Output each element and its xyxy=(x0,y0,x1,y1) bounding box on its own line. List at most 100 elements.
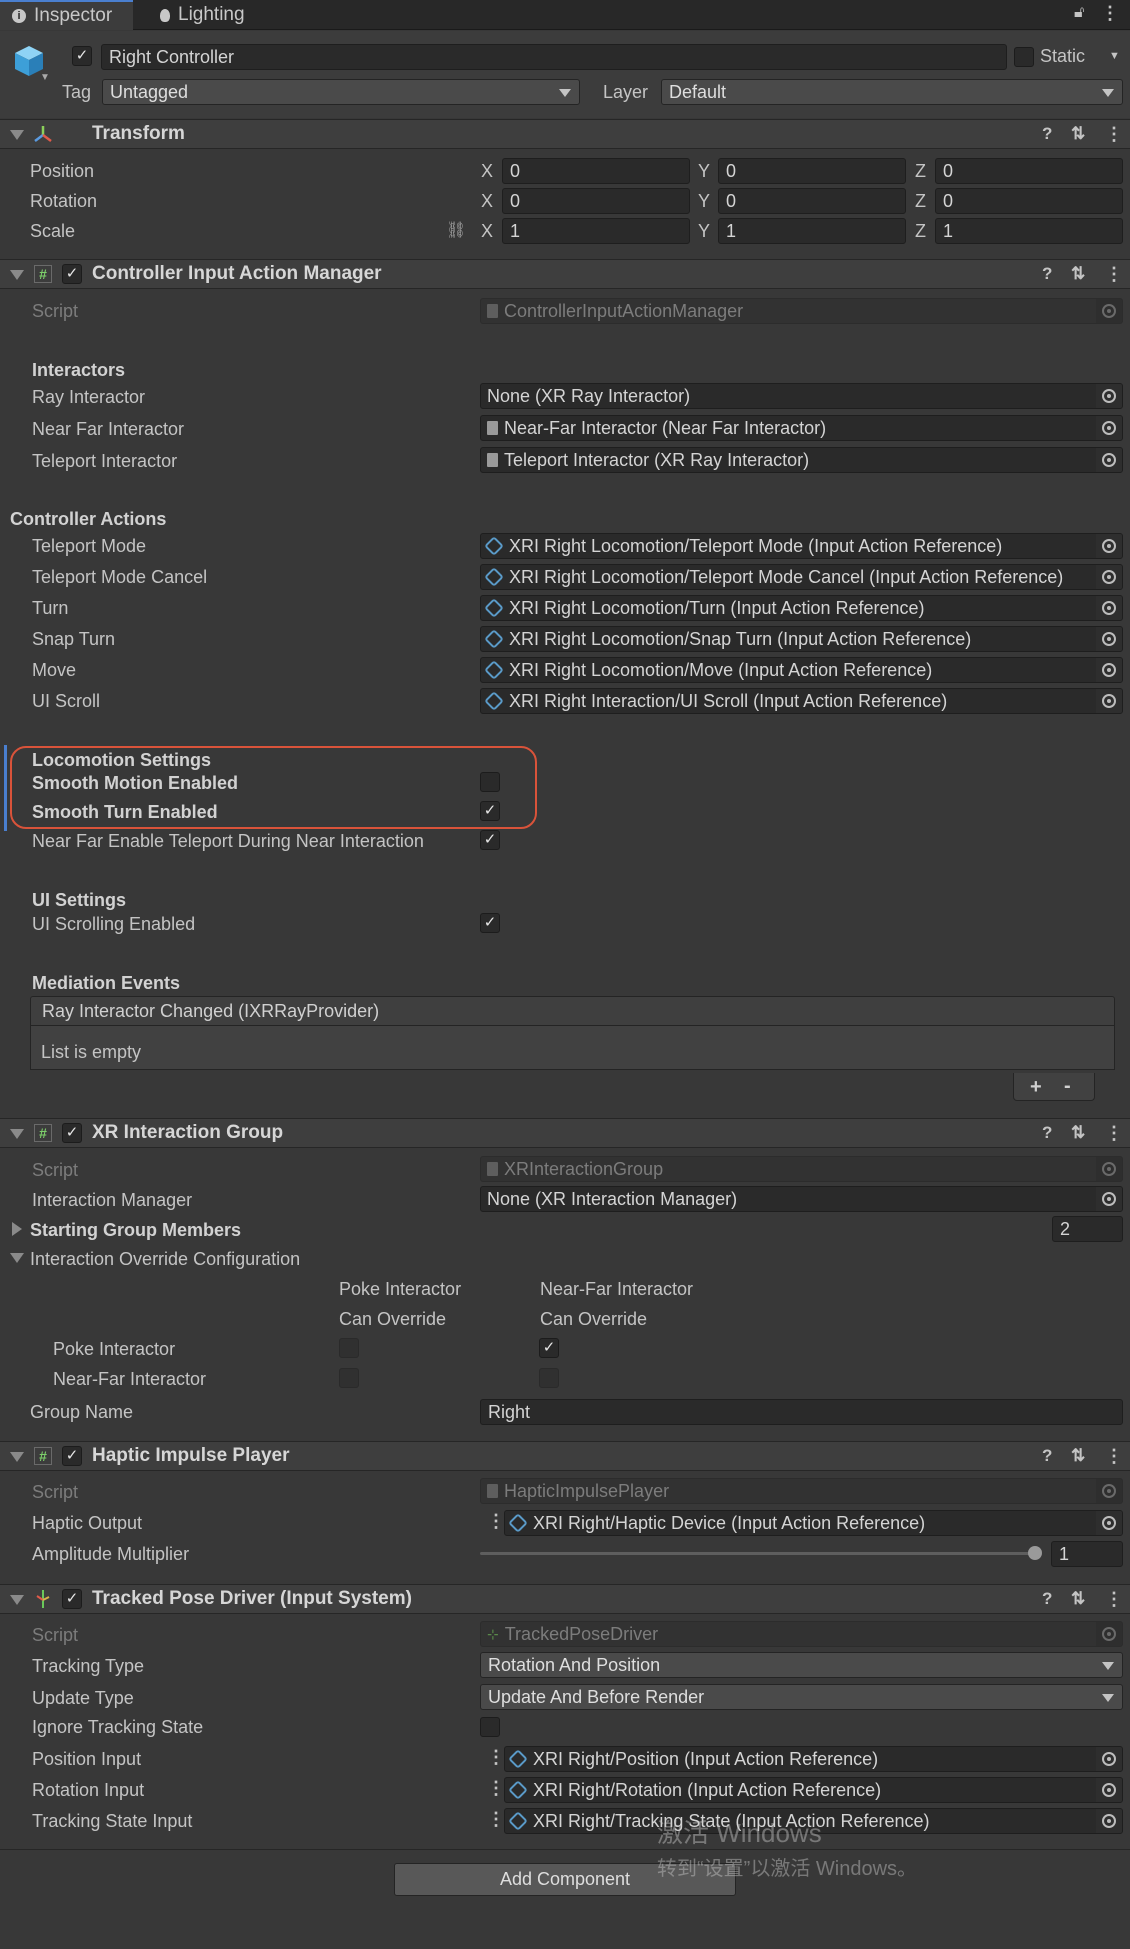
near-far-interactor-field[interactable]: Near-Far Interactor (Near Far Interactor… xyxy=(480,415,1123,441)
teleport-mode-field[interactable]: XRI Right Locomotion/Teleport Mode (Inpu… xyxy=(480,533,1123,559)
tpd-enabled-checkbox[interactable]: ✓ xyxy=(62,1589,82,1609)
component-menu-icon[interactable]: ⋮ xyxy=(1105,264,1123,285)
object-picker-icon[interactable] xyxy=(1096,384,1122,408)
scale-x-field[interactable]: 1 xyxy=(502,218,690,244)
xrig-enabled-checkbox[interactable]: ✓ xyxy=(62,1123,82,1143)
tracking-type-dropdown[interactable]: Rotation And Position xyxy=(480,1652,1123,1678)
object-name-field[interactable]: Right Controller xyxy=(101,44,1007,70)
interaction-manager-value: None (XR Interaction Manager) xyxy=(487,1188,738,1209)
unlinked-scale-icon[interactable]: ⛓ xyxy=(446,220,466,240)
component-menu-icon[interactable]: ⋮ xyxy=(1105,124,1123,145)
property-options-icon[interactable]: ⋮ xyxy=(487,1809,505,1830)
help-icon[interactable]: ? xyxy=(1042,124,1052,144)
foldout-arrow-icon[interactable] xyxy=(10,1595,24,1605)
add-event-button[interactable]: + xyxy=(1030,1076,1042,1099)
object-picker-icon[interactable] xyxy=(1096,627,1122,651)
interaction-manager-field[interactable]: None (XR Interaction Manager) xyxy=(480,1186,1123,1212)
object-picker-icon[interactable] xyxy=(1096,596,1122,620)
static-dropdown-icon[interactable]: ▼ xyxy=(1109,50,1120,62)
presets-icon[interactable]: ⇅ xyxy=(1071,264,1085,284)
position-y-field[interactable]: 0 xyxy=(718,158,906,184)
layer-dropdown[interactable]: Default xyxy=(661,79,1123,105)
smooth-motion-checkbox[interactable] xyxy=(480,772,500,792)
object-picker-icon[interactable] xyxy=(1096,565,1122,589)
haptic-output-field[interactable]: XRI Right/Haptic Device (Input Action Re… xyxy=(504,1510,1123,1536)
ui-scrolling-checkbox[interactable]: ✓ xyxy=(480,913,500,933)
component-menu-icon[interactable]: ⋮ xyxy=(1105,1589,1123,1610)
script-file-icon xyxy=(487,1162,498,1176)
poke-nearfar-checkbox[interactable]: ✓ xyxy=(539,1338,559,1358)
foldout-arrow-icon[interactable] xyxy=(10,1253,24,1263)
presets-icon[interactable]: ⇅ xyxy=(1071,124,1085,144)
static-checkbox[interactable] xyxy=(1014,47,1034,67)
ui-scroll-field[interactable]: XRI Right Interaction/UI Scroll (Input A… xyxy=(480,688,1123,714)
position-label: Position xyxy=(30,161,95,181)
object-picker-icon[interactable] xyxy=(1096,448,1122,472)
tab-menu-icon[interactable]: ⋮ xyxy=(1101,3,1119,24)
rotation-x-field[interactable]: 0 xyxy=(502,188,690,214)
override-config-label[interactable]: Interaction Override Configuration xyxy=(30,1249,300,1270)
starting-group-members-label[interactable]: Starting Group Members xyxy=(30,1220,241,1241)
rotation-input-field[interactable]: XRI Right/Rotation (Input Action Referen… xyxy=(504,1777,1123,1803)
object-picker-icon[interactable] xyxy=(1096,1809,1122,1833)
snap-turn-field[interactable]: XRI Right Locomotion/Snap Turn (Input Ac… xyxy=(480,626,1123,652)
component-menu-icon[interactable]: ⋮ xyxy=(1105,1123,1123,1144)
icon-dropdown-icon[interactable]: ▼ xyxy=(40,72,50,83)
rotation-z-field[interactable]: 0 xyxy=(935,188,1123,214)
object-picker-icon[interactable] xyxy=(1096,658,1122,682)
lock-icon[interactable]: 🔓︎ xyxy=(1074,4,1084,22)
object-picker-icon[interactable] xyxy=(1096,1187,1122,1211)
tab-inspector[interactable]: i Inspector xyxy=(0,0,133,30)
object-picker-icon[interactable] xyxy=(1096,416,1122,440)
remove-event-button[interactable]: - xyxy=(1064,1075,1071,1098)
presets-icon[interactable]: ⇅ xyxy=(1071,1123,1085,1143)
tab-lighting[interactable]: Lighting xyxy=(148,0,257,30)
scale-z-field[interactable]: 1 xyxy=(935,218,1123,244)
near-far-teleport-checkbox[interactable]: ✓ xyxy=(480,830,500,850)
object-picker-icon[interactable] xyxy=(1096,1747,1122,1771)
property-options-icon[interactable]: ⋮ xyxy=(487,1511,505,1532)
object-picker-icon[interactable] xyxy=(1096,1511,1122,1535)
active-checkbox[interactable]: ✓ xyxy=(72,46,92,66)
scale-y-field[interactable]: 1 xyxy=(718,218,906,244)
position-input-field[interactable]: XRI Right/Position (Input Action Referen… xyxy=(504,1746,1123,1772)
ray-interactor-field[interactable]: None (XR Ray Interactor) xyxy=(480,383,1123,409)
amplitude-slider-track[interactable] xyxy=(480,1552,1035,1555)
presets-icon[interactable]: ⇅ xyxy=(1071,1589,1085,1609)
component-menu-icon[interactable]: ⋮ xyxy=(1105,1446,1123,1467)
help-icon[interactable]: ? xyxy=(1042,1123,1052,1143)
object-picker-icon[interactable] xyxy=(1096,1778,1122,1802)
smooth-turn-checkbox[interactable]: ✓ xyxy=(480,801,500,821)
presets-icon[interactable]: ⇅ xyxy=(1071,1446,1085,1466)
group-name-field[interactable]: Right xyxy=(480,1399,1123,1425)
amplitude-slider-thumb[interactable] xyxy=(1028,1546,1042,1560)
teleport-mode-cancel-field[interactable]: XRI Right Locomotion/Teleport Mode Cance… xyxy=(480,564,1123,590)
property-options-icon[interactable]: ⋮ xyxy=(487,1747,505,1768)
property-options-icon[interactable]: ⋮ xyxy=(487,1778,505,1799)
object-picker-icon[interactable] xyxy=(1096,534,1122,558)
ignore-tracking-checkbox[interactable] xyxy=(480,1717,500,1737)
tag-dropdown[interactable]: Untagged xyxy=(102,79,580,105)
foldout-collapsed-icon[interactable] xyxy=(12,1222,22,1236)
foldout-arrow-icon[interactable] xyxy=(10,270,24,280)
position-z-field[interactable]: 0 xyxy=(935,158,1123,184)
rotation-y-field[interactable]: 0 xyxy=(718,188,906,214)
help-icon[interactable]: ? xyxy=(1042,1589,1052,1609)
foldout-arrow-icon[interactable] xyxy=(10,130,24,140)
position-x-field[interactable]: 0 xyxy=(502,158,690,184)
members-count-field[interactable]: 2 xyxy=(1052,1216,1123,1242)
ciam-enabled-checkbox[interactable]: ✓ xyxy=(62,264,82,284)
foldout-arrow-icon[interactable] xyxy=(10,1452,24,1462)
object-picker-icon[interactable] xyxy=(1096,689,1122,713)
help-icon[interactable]: ? xyxy=(1042,1446,1052,1466)
ui-scrolling-label: UI Scrolling Enabled xyxy=(32,914,196,934)
turn-field[interactable]: XRI Right Locomotion/Turn (Input Action … xyxy=(480,595,1123,621)
teleport-interactor-field[interactable]: Teleport Interactor (XR Ray Interactor) xyxy=(480,447,1123,473)
move-field[interactable]: XRI Right Locomotion/Move (Input Action … xyxy=(480,657,1123,683)
foldout-arrow-icon[interactable] xyxy=(10,1129,24,1139)
amplitude-field[interactable]: 1 xyxy=(1051,1541,1123,1567)
help-icon[interactable]: ? xyxy=(1042,264,1052,284)
nearfar-poke-checkbox[interactable] xyxy=(339,1368,359,1388)
update-type-dropdown[interactable]: Update And Before Render xyxy=(480,1684,1123,1710)
haptic-enabled-checkbox[interactable]: ✓ xyxy=(62,1446,82,1466)
